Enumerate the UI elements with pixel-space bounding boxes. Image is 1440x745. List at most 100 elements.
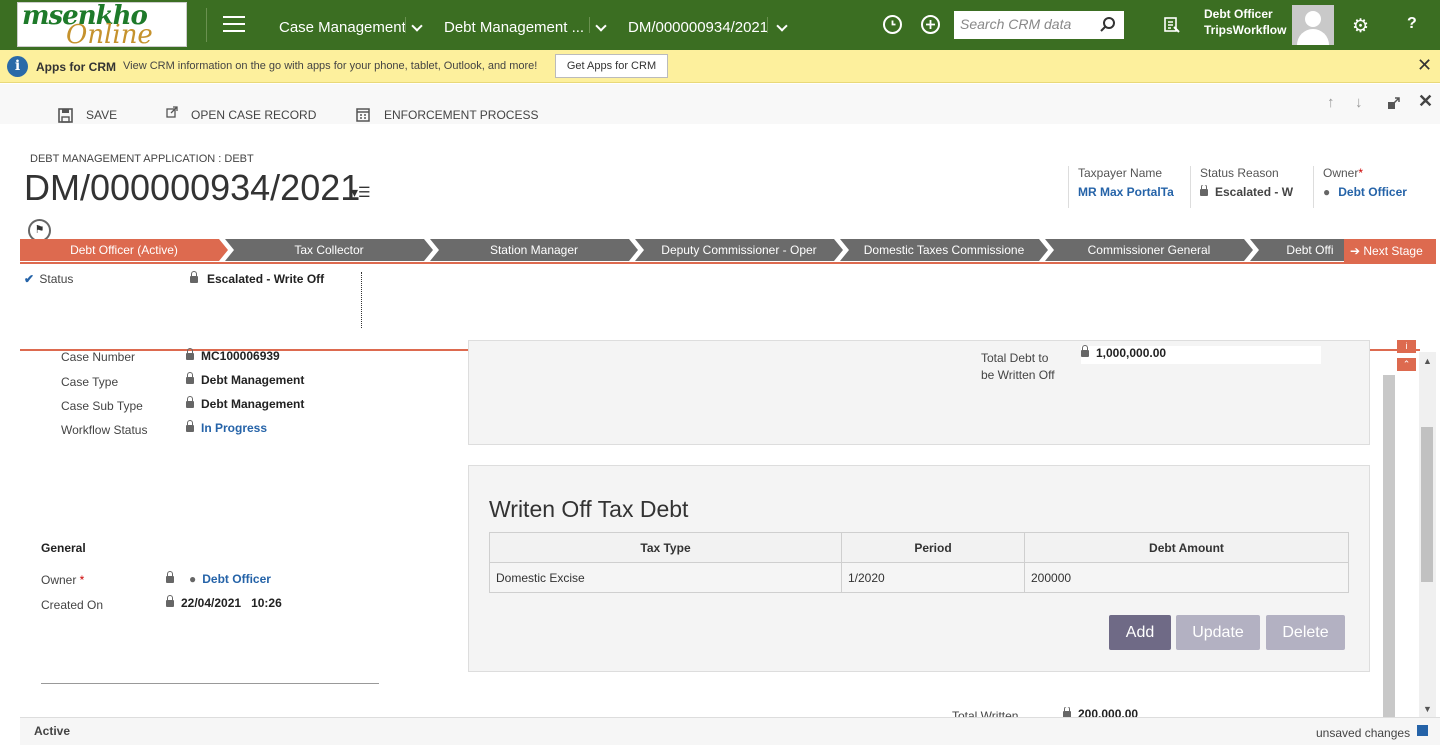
save-icon[interactable] xyxy=(1417,725,1428,736)
avatar[interactable] xyxy=(1292,5,1334,45)
section-divider xyxy=(41,683,379,684)
record-state: Active xyxy=(34,724,71,738)
workflow-status-label: Workflow Status xyxy=(61,423,148,437)
create-new-icon[interactable] xyxy=(921,15,940,34)
cell-debt-amount: 200000 xyxy=(1024,562,1349,593)
command-bar: SAVE OPEN CASE RECORD ENFORCEMENT PROCES… xyxy=(0,84,1440,124)
popout-icon[interactable] xyxy=(1387,96,1401,110)
lock-icon xyxy=(166,595,174,607)
workflow-status-link[interactable]: In Progress xyxy=(201,421,267,435)
created-on-time: 10:26 xyxy=(251,596,282,610)
stage-commissioner-general[interactable]: Commissioner General xyxy=(1045,239,1253,261)
delete-button[interactable]: Delete xyxy=(1266,615,1345,650)
help-button[interactable]: ? xyxy=(1407,15,1417,33)
total-debt-value: 1,000,000.00 xyxy=(1096,346,1167,360)
case-sub-type-value: Debt Management xyxy=(201,397,305,411)
table-header-row: Tax Type Period Debt Amount xyxy=(489,532,1349,563)
stage-status-label: Status xyxy=(39,272,74,286)
total-written-label: Total Written xyxy=(952,710,1019,717)
nav-divider xyxy=(206,8,207,42)
process-stages: Debt Officer (Active) Tax Collector Stat… xyxy=(20,239,1440,261)
process-toggle[interactable]: i⌃ xyxy=(1397,336,1436,371)
arrow-up-icon[interactable]: ↑ xyxy=(1327,94,1335,111)
get-apps-button[interactable]: Get Apps for CRM xyxy=(555,54,668,78)
total-written-value: 200,000.00 xyxy=(1078,707,1139,717)
column-header-debt-amount[interactable]: Debt Amount xyxy=(1024,532,1349,563)
recent-history-icon[interactable] xyxy=(883,15,902,34)
chevron-down-icon[interactable] xyxy=(411,20,423,32)
app-logo[interactable]: msenkho Online xyxy=(17,2,187,47)
notification-title: Apps for CRM xyxy=(36,60,116,74)
next-stage-button[interactable]: ➔ Next Stage xyxy=(1344,239,1436,263)
advanced-find-icon[interactable] xyxy=(1163,16,1181,34)
lock-icon xyxy=(186,396,194,408)
required-icon: * xyxy=(76,573,85,587)
taxpayer-link[interactable]: MR Max PortalTa xyxy=(1078,185,1186,199)
header-field-status-reason: Status Reason Escalated - W xyxy=(1190,166,1308,208)
case-type-value: Debt Management xyxy=(201,373,305,387)
stage-station-manager[interactable]: Station Manager xyxy=(430,239,638,261)
scrollbar[interactable]: ▲ ▼ xyxy=(1419,352,1436,717)
hamburger-menu-icon[interactable] xyxy=(223,16,245,34)
lock-icon xyxy=(186,348,194,360)
total-debt-label: Total Debt to be Written Off xyxy=(981,351,1055,382)
notification-bar: i Apps for CRM View CRM information on t… xyxy=(0,50,1440,83)
save-button[interactable]: SAVE xyxy=(86,108,117,122)
user-info[interactable]: Debt Officer TripsWorkflow xyxy=(1204,6,1286,38)
gear-icon[interactable]: ⚙ xyxy=(1352,15,1369,38)
column-header-period[interactable]: Period xyxy=(841,532,1025,563)
page-title: DM/000000934/2021 xyxy=(24,167,361,208)
save-icon[interactable] xyxy=(58,108,73,123)
section-title-general: General xyxy=(41,541,86,555)
scroll-down-icon: ▼ xyxy=(1423,704,1432,714)
add-button[interactable]: Add xyxy=(1109,615,1171,650)
nav-record[interactable]: DM/000000934/2021 xyxy=(628,19,768,36)
case-number-field: Case Number xyxy=(61,350,135,364)
owner-link[interactable]: Debt Officer xyxy=(1338,185,1407,199)
stage-tax-collector[interactable]: Tax Collector xyxy=(225,239,433,261)
user-role: Debt Officer xyxy=(1204,7,1273,21)
enforcement-process-icon[interactable] xyxy=(356,108,370,122)
scroll-up-icon: ▲ xyxy=(1423,356,1432,366)
update-button[interactable]: Update xyxy=(1176,615,1260,650)
enforcement-process-button[interactable]: ENFORCEMENT PROCESS xyxy=(384,108,538,122)
open-record-icon[interactable] xyxy=(166,106,179,119)
stage-deputy-commissioner[interactable]: Deputy Commissioner - Oper xyxy=(635,239,843,261)
form-entity-name: DEBT MANAGEMENT APPLICATION : DEBT xyxy=(30,153,254,165)
case-type-label: Case Type xyxy=(61,375,119,389)
next-stage-label: Next Stage xyxy=(1363,244,1423,258)
close-icon[interactable]: ✕ xyxy=(1417,55,1432,76)
lock-icon xyxy=(166,571,174,583)
arrow-right-icon: ➔ xyxy=(1350,244,1364,258)
nav-area-case-management[interactable]: Case Management xyxy=(279,19,406,36)
info-icon: i xyxy=(1397,340,1416,353)
form-selector-icon[interactable]: ▾☰ xyxy=(351,184,371,201)
case-number-value: MC100006939 xyxy=(201,349,280,363)
owner-label: Owner xyxy=(1323,166,1359,180)
taxpayer-label: Taxpayer Name xyxy=(1078,166,1163,180)
inner-scrollbar[interactable] xyxy=(1383,375,1395,717)
stage-domestic-taxes-commissioner[interactable]: Domestic Taxes Commissione xyxy=(840,239,1048,261)
owner-label: Owner xyxy=(41,573,77,587)
column-header-tax-type[interactable]: Tax Type xyxy=(489,532,842,563)
nav-divider xyxy=(589,17,590,33)
top-nav-bar: msenkho Online Case Management Debt Mana… xyxy=(0,0,1440,50)
table-row[interactable]: Domestic Excise 1/2020 200000 xyxy=(489,562,1349,593)
user-org: TripsWorkflow xyxy=(1204,23,1287,37)
required-icon: * xyxy=(1358,166,1364,180)
write-off-table: Tax Type Period Debt Amount Domestic Exc… xyxy=(489,532,1349,593)
cell-period: 1/2020 xyxy=(841,562,1025,593)
chevron-down-icon[interactable] xyxy=(595,20,607,32)
nav-entity-debt-management[interactable]: Debt Management ... xyxy=(444,19,584,36)
user-icon: ● xyxy=(1323,185,1331,199)
stage-debt-officer[interactable]: Debt Officer (Active) xyxy=(20,239,228,261)
close-icon[interactable]: ✕ xyxy=(1418,91,1433,112)
open-case-record-button[interactable]: OPEN CASE RECORD xyxy=(191,108,316,122)
case-number-label: Case Number xyxy=(61,350,136,364)
arrow-down-icon[interactable]: ↓ xyxy=(1355,94,1363,111)
owner-link[interactable]: Debt Officer xyxy=(202,572,271,586)
chevron-down-icon[interactable] xyxy=(776,20,788,32)
search-icon[interactable] xyxy=(1100,17,1116,33)
search-input[interactable]: Search CRM data xyxy=(954,11,1124,39)
stage-status-row: ✔ Status Escalated - Write Off xyxy=(24,271,324,286)
